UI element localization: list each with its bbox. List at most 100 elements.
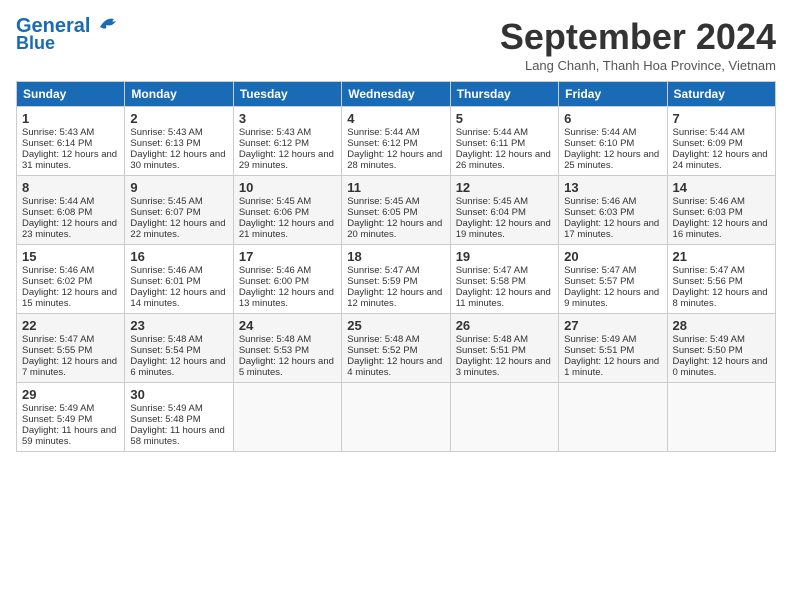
sunset-label: Sunset: 6:03 PM [564, 207, 634, 218]
daylight-label: Daylight: 12 hours and 17 minutes. [564, 218, 659, 240]
sunrise-label: Sunrise: 5:44 AM [22, 196, 94, 207]
daylight-label: Daylight: 12 hours and 20 minutes. [347, 218, 442, 240]
sunrise-label: Sunrise: 5:47 AM [456, 265, 528, 276]
sunset-label: Sunset: 6:12 PM [347, 138, 417, 149]
calendar-table: SundayMondayTuesdayWednesdayThursdayFrid… [16, 81, 776, 452]
sunrise-label: Sunrise: 5:46 AM [130, 265, 202, 276]
sunset-label: Sunset: 6:04 PM [456, 207, 526, 218]
daylight-label: Daylight: 12 hours and 19 minutes. [456, 218, 551, 240]
sunrise-label: Sunrise: 5:49 AM [130, 403, 202, 414]
day-number: 17 [239, 249, 336, 264]
sunrise-label: Sunrise: 5:44 AM [347, 127, 419, 138]
sunrise-label: Sunrise: 5:43 AM [22, 127, 94, 138]
day-number: 22 [22, 318, 119, 333]
sunrise-label: Sunrise: 5:46 AM [673, 196, 745, 207]
logo-bird-icon [92, 13, 122, 35]
day-number: 23 [130, 318, 227, 333]
sunset-label: Sunset: 5:55 PM [22, 345, 92, 356]
day-header-sunday: Sunday [17, 82, 125, 107]
sunrise-label: Sunrise: 5:45 AM [239, 196, 311, 207]
sunrise-label: Sunrise: 5:44 AM [673, 127, 745, 138]
day-number: 14 [673, 180, 770, 195]
calendar-cell: 15 Sunrise: 5:46 AM Sunset: 6:02 PM Dayl… [17, 245, 125, 314]
sunset-label: Sunset: 5:58 PM [456, 276, 526, 287]
calendar-cell: 23 Sunrise: 5:48 AM Sunset: 5:54 PM Dayl… [125, 314, 233, 383]
daylight-label: Daylight: 12 hours and 29 minutes. [239, 149, 334, 171]
day-number: 11 [347, 180, 444, 195]
sunset-label: Sunset: 6:11 PM [456, 138, 526, 149]
calendar-cell: 11 Sunrise: 5:45 AM Sunset: 6:05 PM Dayl… [342, 176, 450, 245]
calendar-cell [667, 383, 775, 452]
page-header: General Blue September 2024 Lang Chanh, … [16, 16, 776, 73]
sunrise-label: Sunrise: 5:47 AM [673, 265, 745, 276]
calendar-cell: 21 Sunrise: 5:47 AM Sunset: 5:56 PM Dayl… [667, 245, 775, 314]
sunrise-label: Sunrise: 5:49 AM [673, 334, 745, 345]
calendar-cell: 10 Sunrise: 5:45 AM Sunset: 6:06 PM Dayl… [233, 176, 341, 245]
calendar-header-row: SundayMondayTuesdayWednesdayThursdayFrid… [17, 82, 776, 107]
day-number: 12 [456, 180, 553, 195]
daylight-label: Daylight: 12 hours and 8 minutes. [673, 287, 768, 309]
day-number: 30 [130, 387, 227, 402]
day-header-wednesday: Wednesday [342, 82, 450, 107]
daylight-label: Daylight: 12 hours and 4 minutes. [347, 356, 442, 378]
sunset-label: Sunset: 6:14 PM [22, 138, 92, 149]
calendar-cell: 2 Sunrise: 5:43 AM Sunset: 6:13 PM Dayli… [125, 107, 233, 176]
day-number: 9 [130, 180, 227, 195]
day-number: 29 [22, 387, 119, 402]
day-number: 24 [239, 318, 336, 333]
sunset-label: Sunset: 5:48 PM [130, 414, 200, 425]
sunset-label: Sunset: 5:54 PM [130, 345, 200, 356]
sunset-label: Sunset: 6:10 PM [564, 138, 634, 149]
calendar-cell: 4 Sunrise: 5:44 AM Sunset: 6:12 PM Dayli… [342, 107, 450, 176]
day-number: 7 [673, 111, 770, 126]
sunset-label: Sunset: 5:53 PM [239, 345, 309, 356]
daylight-label: Daylight: 12 hours and 21 minutes. [239, 218, 334, 240]
calendar-cell: 17 Sunrise: 5:46 AM Sunset: 6:00 PM Dayl… [233, 245, 341, 314]
calendar-cell [559, 383, 667, 452]
calendar-week-4: 29 Sunrise: 5:49 AM Sunset: 5:49 PM Dayl… [17, 383, 776, 452]
calendar-week-1: 8 Sunrise: 5:44 AM Sunset: 6:08 PM Dayli… [17, 176, 776, 245]
sunset-label: Sunset: 5:51 PM [456, 345, 526, 356]
calendar-cell: 7 Sunrise: 5:44 AM Sunset: 6:09 PM Dayli… [667, 107, 775, 176]
daylight-label: Daylight: 12 hours and 15 minutes. [22, 287, 117, 309]
day-header-friday: Friday [559, 82, 667, 107]
sunrise-label: Sunrise: 5:47 AM [564, 265, 636, 276]
sunrise-label: Sunrise: 5:44 AM [456, 127, 528, 138]
sunrise-label: Sunrise: 5:46 AM [239, 265, 311, 276]
day-header-tuesday: Tuesday [233, 82, 341, 107]
sunset-label: Sunset: 6:00 PM [239, 276, 309, 287]
sunset-label: Sunset: 6:13 PM [130, 138, 200, 149]
sunset-label: Sunset: 6:12 PM [239, 138, 309, 149]
sunrise-label: Sunrise: 5:45 AM [456, 196, 528, 207]
day-number: 5 [456, 111, 553, 126]
day-number: 28 [673, 318, 770, 333]
daylight-label: Daylight: 12 hours and 9 minutes. [564, 287, 659, 309]
calendar-week-2: 15 Sunrise: 5:46 AM Sunset: 6:02 PM Dayl… [17, 245, 776, 314]
calendar-cell: 5 Sunrise: 5:44 AM Sunset: 6:11 PM Dayli… [450, 107, 558, 176]
sunset-label: Sunset: 5:51 PM [564, 345, 634, 356]
sunset-label: Sunset: 5:52 PM [347, 345, 417, 356]
sunrise-label: Sunrise: 5:47 AM [347, 265, 419, 276]
calendar-cell [450, 383, 558, 452]
daylight-label: Daylight: 12 hours and 6 minutes. [130, 356, 225, 378]
sunrise-label: Sunrise: 5:47 AM [22, 334, 94, 345]
sunrise-label: Sunrise: 5:48 AM [347, 334, 419, 345]
sunset-label: Sunset: 6:03 PM [673, 207, 743, 218]
calendar-cell: 18 Sunrise: 5:47 AM Sunset: 5:59 PM Dayl… [342, 245, 450, 314]
daylight-label: Daylight: 12 hours and 0 minutes. [673, 356, 768, 378]
day-header-thursday: Thursday [450, 82, 558, 107]
day-number: 4 [347, 111, 444, 126]
sunrise-label: Sunrise: 5:44 AM [564, 127, 636, 138]
calendar-cell: 30 Sunrise: 5:49 AM Sunset: 5:48 PM Dayl… [125, 383, 233, 452]
daylight-label: Daylight: 12 hours and 5 minutes. [239, 356, 334, 378]
calendar-week-3: 22 Sunrise: 5:47 AM Sunset: 5:55 PM Dayl… [17, 314, 776, 383]
daylight-label: Daylight: 12 hours and 1 minute. [564, 356, 659, 378]
calendar-cell [342, 383, 450, 452]
day-number: 26 [456, 318, 553, 333]
calendar-cell: 8 Sunrise: 5:44 AM Sunset: 6:08 PM Dayli… [17, 176, 125, 245]
sunrise-label: Sunrise: 5:46 AM [22, 265, 94, 276]
calendar-week-0: 1 Sunrise: 5:43 AM Sunset: 6:14 PM Dayli… [17, 107, 776, 176]
month-title: September 2024 [500, 16, 776, 58]
calendar-cell [233, 383, 341, 452]
sunset-label: Sunset: 6:08 PM [22, 207, 92, 218]
